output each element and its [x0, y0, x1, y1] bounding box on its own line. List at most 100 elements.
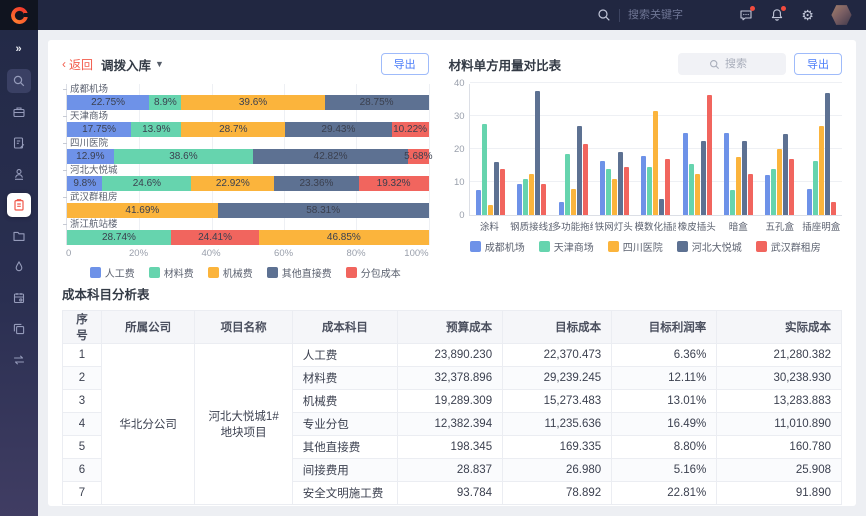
bar[interactable] [517, 184, 522, 215]
bar[interactable] [659, 199, 664, 216]
sidebar-copy-icon[interactable] [7, 317, 31, 341]
gear-icon[interactable]: ⚙ [800, 8, 815, 23]
bar[interactable] [783, 134, 788, 215]
bar-segment[interactable]: 28.7% [181, 122, 285, 137]
bar-segment[interactable]: 22.92% [191, 176, 274, 191]
bar[interactable] [748, 174, 753, 215]
bar[interactable] [612, 179, 617, 215]
bar[interactable] [541, 184, 546, 215]
sidebar-document-edit-icon[interactable] [7, 131, 31, 155]
bar[interactable] [641, 156, 646, 215]
bar-segment[interactable]: 19.32% [359, 176, 429, 191]
legend-item[interactable]: 四川医院 [608, 239, 663, 254]
sidebar-droplet-icon[interactable] [7, 255, 31, 279]
bar[interactable] [724, 133, 729, 216]
sidebar-calendar-device-icon[interactable] [7, 286, 31, 310]
right-search-input[interactable] [725, 58, 755, 70]
bar[interactable] [565, 154, 570, 215]
bar[interactable] [789, 159, 794, 215]
bar[interactable] [765, 175, 770, 215]
bar[interactable] [665, 159, 670, 215]
sidebar-inventory-clipboard-icon[interactable] [7, 193, 31, 217]
bar-segment[interactable]: 13.9% [131, 122, 181, 137]
bar[interactable] [494, 162, 499, 215]
bar-segment[interactable]: 28.74% [67, 230, 171, 245]
bell-icon[interactable] [769, 8, 784, 23]
bar[interactable] [571, 189, 576, 215]
bar[interactable] [707, 95, 712, 215]
bar-segment[interactable]: 42.82% [253, 149, 408, 164]
legend-item[interactable]: 人工费 [90, 265, 135, 280]
bar-segment[interactable]: 58.31% [218, 203, 429, 218]
page-title-dropdown[interactable]: 调拨入库 [101, 55, 151, 74]
legend-item[interactable]: 材料费 [149, 265, 194, 280]
bar[interactable] [482, 124, 487, 215]
bar[interactable] [653, 111, 658, 215]
bar[interactable] [647, 167, 652, 215]
bar[interactable] [730, 190, 735, 215]
legend-item[interactable]: 成都机场 [470, 239, 525, 254]
sidebar-search-icon[interactable] [7, 69, 31, 93]
sidebar-expand-double-chevron-icon[interactable]: » [7, 40, 31, 58]
message-icon[interactable] [738, 8, 753, 23]
bar[interactable] [777, 149, 782, 215]
bar[interactable] [476, 190, 481, 215]
bar[interactable] [600, 161, 605, 215]
bar-segment[interactable]: 39.6% [181, 95, 324, 110]
bar[interactable] [683, 133, 688, 216]
sidebar-briefcase-icon[interactable] [7, 100, 31, 124]
bar[interactable] [523, 179, 528, 215]
bar-segment[interactable]: 24.6% [102, 176, 191, 191]
bar-segment[interactable]: 12.9% [67, 149, 114, 164]
bar[interactable] [689, 164, 694, 215]
legend-item[interactable]: 天津商场 [539, 239, 594, 254]
bar[interactable] [695, 174, 700, 215]
right-search-box[interactable] [678, 53, 786, 75]
legend-item[interactable]: 分包成本 [346, 265, 401, 280]
back-link[interactable]: ‹ 返回 [62, 56, 93, 73]
bar-segment[interactable]: 23.36% [274, 176, 358, 191]
left-export-button[interactable]: 导出 [381, 53, 429, 75]
bar[interactable] [624, 167, 629, 215]
bar[interactable] [831, 202, 836, 215]
bar[interactable] [529, 174, 534, 215]
bar[interactable] [583, 144, 588, 215]
bar[interactable] [819, 126, 824, 215]
sidebar-transfer-icon[interactable] [7, 348, 31, 372]
legend-item[interactable]: 武汉群租房 [756, 239, 821, 254]
sidebar-user-audit-icon[interactable] [7, 162, 31, 186]
bar[interactable] [813, 161, 818, 215]
bar[interactable] [807, 189, 812, 215]
bar[interactable] [825, 93, 830, 215]
bar-segment[interactable]: 29.43% [285, 122, 391, 137]
legend-item[interactable]: 其他直接费 [267, 265, 332, 280]
topbar-search-input[interactable] [628, 9, 714, 21]
bar[interactable] [701, 141, 706, 215]
bar-segment[interactable]: 24.41% [171, 230, 259, 245]
bar[interactable] [771, 169, 776, 215]
bar[interactable] [577, 126, 582, 215]
bar-segment[interactable]: 22.75% [67, 95, 149, 110]
legend-item[interactable]: 河北大悦城 [677, 239, 742, 254]
topbar-search[interactable] [596, 8, 714, 23]
bar[interactable] [736, 157, 741, 215]
bar-segment[interactable]: 10.22% [392, 122, 429, 137]
avatar[interactable] [831, 5, 852, 26]
legend-item[interactable]: 机械费 [208, 265, 253, 280]
bar[interactable] [618, 152, 623, 215]
bar-segment[interactable]: 17.75% [67, 122, 131, 137]
bar-segment[interactable]: 9.8% [67, 176, 102, 191]
bar[interactable] [742, 141, 747, 215]
bar[interactable] [500, 169, 505, 215]
bar-segment[interactable]: 8.9% [149, 95, 181, 110]
bar[interactable] [535, 91, 540, 215]
bar[interactable] [488, 205, 493, 215]
bar-segment[interactable]: 5.68% [408, 149, 429, 164]
chevron-down-icon[interactable]: ▼ [155, 59, 164, 69]
bar-segment[interactable]: 28.75% [325, 95, 429, 110]
bar[interactable] [559, 202, 564, 215]
bar-segment[interactable]: 38.6% [114, 149, 254, 164]
bar-segment[interactable]: 41.69% [67, 203, 218, 218]
bar[interactable] [606, 169, 611, 215]
bar-segment[interactable]: 46.85% [259, 230, 428, 245]
